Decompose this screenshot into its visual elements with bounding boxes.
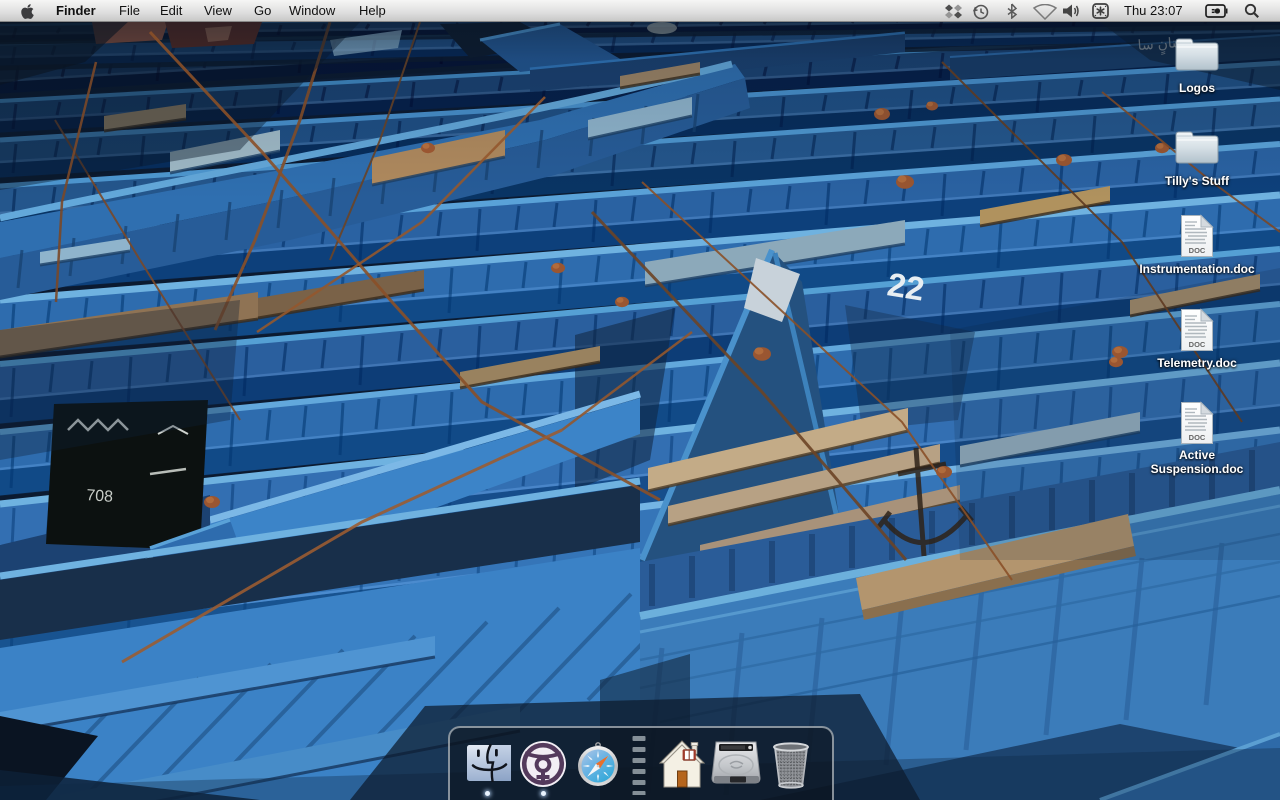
svg-text:DOC: DOC xyxy=(1189,433,1206,442)
svg-text:708: 708 xyxy=(86,487,114,506)
svg-text:22: 22 xyxy=(885,265,927,307)
svg-text:DOC: DOC xyxy=(1189,340,1206,349)
svg-text:DOC: DOC xyxy=(1189,246,1206,255)
